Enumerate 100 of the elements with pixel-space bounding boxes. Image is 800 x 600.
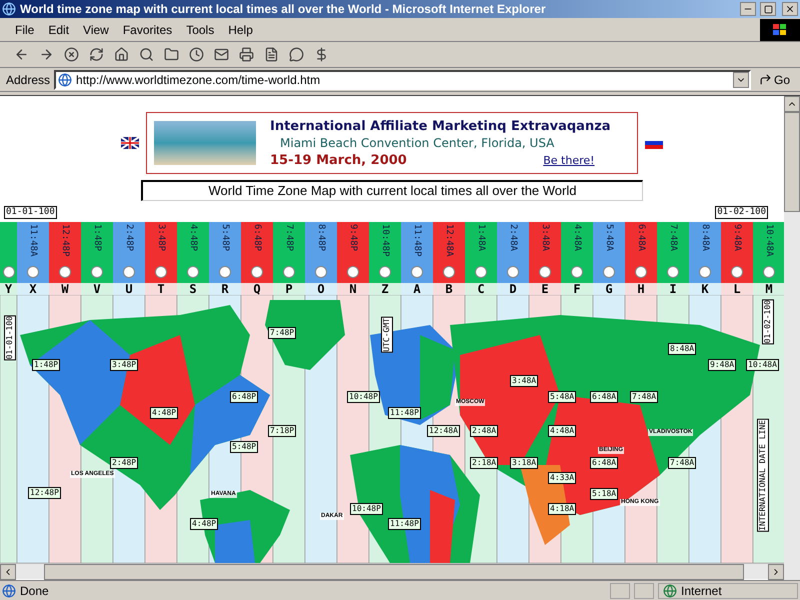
zone-radio[interactable] <box>283 266 295 278</box>
time-label: 3:48A <box>510 375 538 387</box>
horizontal-scroll-thumb[interactable] <box>44 564 744 580</box>
zone-time: 3:48A <box>540 224 550 252</box>
stop-button[interactable] <box>62 46 80 64</box>
zone-time: 8:48P <box>316 224 326 252</box>
time-label: 7:48P <box>268 327 296 339</box>
time-label: 4:33A <box>548 472 576 484</box>
zone-radio[interactable] <box>27 266 39 278</box>
zone-letter: T <box>145 283 177 295</box>
zone-radio[interactable] <box>731 266 743 278</box>
go-arrow-icon <box>758 73 772 86</box>
time-label: 3:18A <box>510 457 538 469</box>
zone-time: 5:48A <box>604 224 614 252</box>
scroll-up-button[interactable] <box>784 96 800 112</box>
refresh-icon <box>88 47 104 62</box>
window-title: World time zone map with current local times all over the World - Microsoft Internet Explorer <box>20 1 547 18</box>
zone-time: 5:48P <box>220 224 230 252</box>
menu-item[interactable]: File <box>10 20 40 38</box>
maximize-icon <box>764 4 772 14</box>
history-button[interactable] <box>187 46 205 64</box>
browser-icon <box>2 2 16 16</box>
zone-radio[interactable] <box>91 266 103 278</box>
time-label: 10:48A <box>746 359 779 371</box>
time-label: 4:48A <box>548 425 576 437</box>
vertical-scroll-thumb[interactable] <box>784 112 800 212</box>
zone-radio[interactable] <box>187 266 199 278</box>
zone-radio[interactable] <box>507 266 519 278</box>
zone-time: 1:48P <box>92 224 102 252</box>
page-status-icon <box>2 584 16 598</box>
zone-radio[interactable] <box>475 266 487 278</box>
time-label: 7:48A <box>668 457 696 469</box>
close-button[interactable] <box>782 2 798 16</box>
maximize-button[interactable] <box>760 2 776 16</box>
time-label: 7:18P <box>268 425 296 437</box>
page-heading: World Time Zone Map with current local times all over the World <box>141 180 643 201</box>
zone-radio[interactable] <box>539 266 551 278</box>
menu-item[interactable]: Edit <box>43 20 74 38</box>
time-label: 12:48A <box>427 425 460 437</box>
banner-dates: 15-19 March, 2000 <box>270 152 407 168</box>
vertical-label: 01-02-100 <box>762 299 774 344</box>
zone-time: 10:48P <box>380 224 390 257</box>
zone-time: 4:48P <box>188 224 198 252</box>
zone-radio[interactable] <box>2 266 14 278</box>
vertical-label: INTERNATIONAL DATE LINE <box>757 419 769 532</box>
date-label: 01-02-100 <box>715 206 768 219</box>
scroll-right-button[interactable] <box>768 564 784 580</box>
zone-radio[interactable] <box>347 266 359 278</box>
zone-radio[interactable] <box>411 266 423 278</box>
home-button[interactable] <box>112 46 130 64</box>
address-field[interactable]: http://www.worldtimezone.com/time-world.htm <box>54 70 751 90</box>
speech-bubble-icon <box>288 47 304 62</box>
menu-item[interactable]: View <box>78 20 114 38</box>
zone-radio[interactable] <box>59 266 71 278</box>
time-label: 7:48A <box>630 391 658 403</box>
vertical-label: UTC-GMT <box>381 317 393 353</box>
zone-letter: L <box>721 283 753 295</box>
menu-item[interactable]: Favorites <box>118 20 178 38</box>
banner-title: International Affiliate Marketinq Extravaqanza <box>270 118 611 134</box>
time-label: 12:48P <box>28 487 61 499</box>
go-button[interactable]: Go <box>754 70 794 88</box>
zone-letter: V <box>81 283 113 295</box>
home-icon <box>114 47 128 62</box>
zone-radio[interactable] <box>251 266 263 278</box>
zone-radio[interactable] <box>571 266 583 278</box>
time-label: 6:48A <box>590 391 618 403</box>
speech-bubble-button[interactable] <box>287 46 305 64</box>
zone-radio[interactable] <box>635 266 647 278</box>
time-label: 2:48P <box>110 457 138 469</box>
be-there-link[interactable]: Be there! <box>543 152 595 168</box>
zone-radio[interactable] <box>763 266 775 278</box>
time-label: 2:18A <box>470 457 498 469</box>
zone-radio[interactable] <box>123 266 135 278</box>
zone-letter: B <box>433 283 465 295</box>
menu-item[interactable]: Help <box>223 20 258 38</box>
zone-radio[interactable] <box>443 266 455 278</box>
page-icon <box>58 72 72 86</box>
zone-radio[interactable] <box>155 266 167 278</box>
banner-venue: Miami Beach Convention Center, Florida, USA <box>280 134 556 152</box>
zone-radio[interactable] <box>379 266 391 278</box>
zone-radio[interactable] <box>667 266 679 278</box>
zone-radio[interactable] <box>315 266 327 278</box>
zone-radio[interactable] <box>699 266 711 278</box>
zone-time: 6:48P <box>252 224 262 252</box>
scroll-left-button[interactable] <box>0 564 16 580</box>
time-label: 10:48P <box>347 391 380 403</box>
minimize-button[interactable] <box>740 2 756 16</box>
zone-letter: K <box>689 283 721 295</box>
dropdown-button[interactable] <box>732 72 749 88</box>
zone-time: 11:48A <box>28 224 38 257</box>
zone-radio[interactable] <box>603 266 615 278</box>
time-label: 4:18A <box>548 503 576 515</box>
menu-item[interactable]: Tools <box>181 20 220 38</box>
printer-button[interactable] <box>237 46 255 64</box>
printer-icon <box>238 47 254 62</box>
zone-radio[interactable] <box>219 266 231 278</box>
zone-letter: P <box>273 283 305 295</box>
zone-time: 2:48A <box>508 224 518 252</box>
globe-icon <box>663 584 677 598</box>
zone-time: 7:48A <box>668 224 678 252</box>
